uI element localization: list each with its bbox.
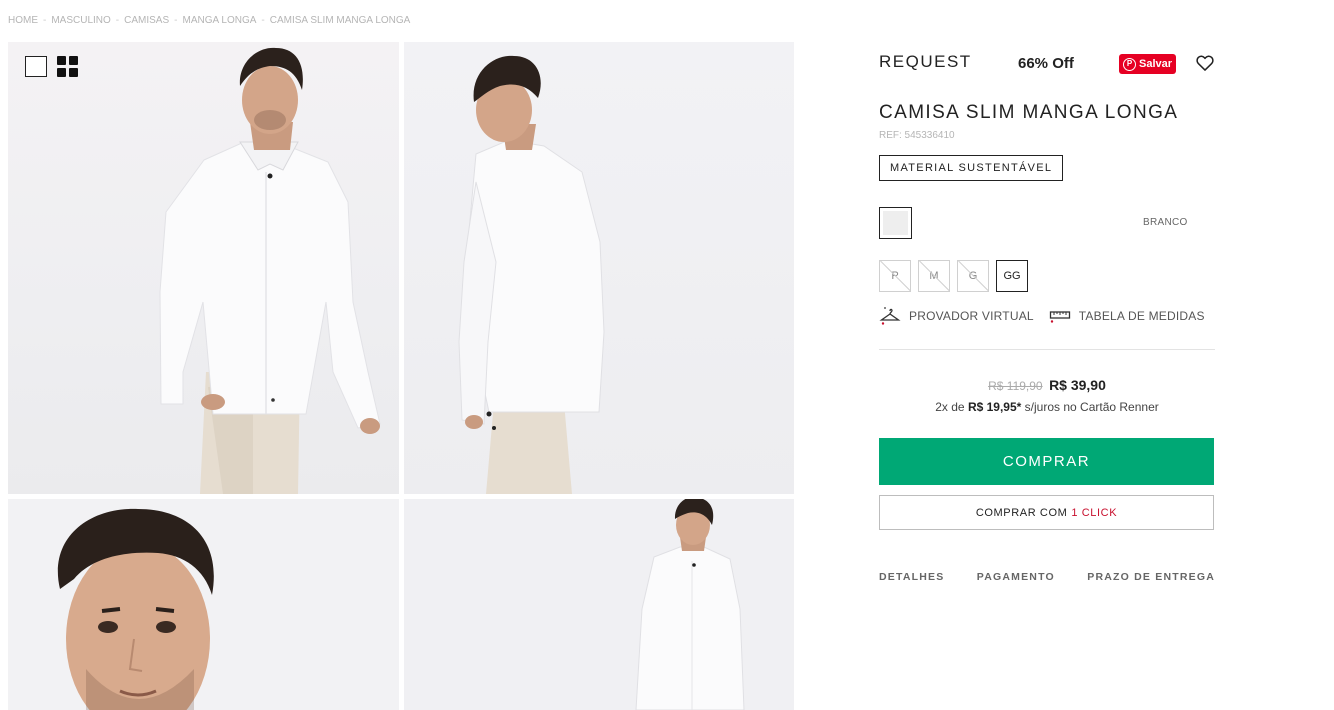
color-selector: BRANCO: [879, 207, 1215, 239]
size-option-g[interactable]: G: [957, 260, 989, 292]
virtual-fitting-room-link[interactable]: PROVADOR VIRTUAL: [879, 305, 1034, 327]
breadcrumb: HOME - MASCULINO - CAMISAS - MANGA LONGA…: [8, 15, 410, 26]
ruler-icon: [1049, 311, 1070, 323]
breadcrumb-current: CAMISA SLIM MANGA LONGA: [269, 15, 411, 26]
pinterest-icon: P: [1123, 57, 1136, 71]
breadcrumb-separator: -: [115, 15, 120, 26]
product-ref: REF: 545336410: [879, 130, 955, 141]
discount-badge: 66% Off: [1018, 55, 1074, 72]
size-selector: P M G GG: [879, 260, 1215, 292]
heart-icon[interactable]: [1195, 53, 1215, 73]
info-tabs: DETALHES PAGAMENTO PRAZO DE ENTREGA: [879, 571, 1215, 583]
installment-value: R$ 19,95*: [967, 400, 1022, 414]
sustainable-badge: MATERIAL SUSTENTÁVEL: [879, 155, 1064, 181]
gallery-view-toggle: [25, 56, 79, 77]
current-price: R$ 39,90: [1049, 377, 1106, 393]
size-option-gg[interactable]: GG: [996, 260, 1028, 292]
old-price: R$ 119,90: [988, 379, 1043, 393]
pinterest-save-label: Salvar: [1139, 58, 1173, 70]
buy-one-click-button[interactable]: COMPRAR COM 1 CLICK: [879, 495, 1214, 530]
one-click-prefix: COMPRAR COM: [975, 506, 1068, 519]
size-tools: PROVADOR VIRTUAL TABELA DE MEDIDAS: [879, 304, 1215, 328]
one-click-accent: 1 CLICK: [1071, 506, 1118, 519]
product-photo-full[interactable]: [404, 499, 794, 710]
tab-detalhes[interactable]: DETALHES: [879, 571, 944, 583]
product-photo-side[interactable]: [404, 42, 794, 494]
breadcrumb-separator: -: [43, 15, 47, 26]
divider: [879, 349, 1215, 350]
virtual-fitting-room-label: PROVADOR VIRTUAL: [909, 309, 1034, 323]
size-option-p[interactable]: P: [879, 260, 911, 292]
color-swatch-branco[interactable]: [879, 207, 912, 239]
tab-prazo-de-entrega[interactable]: PRAZO DE ENTREGA: [1087, 571, 1215, 583]
installment-suffix: s/juros no Cartão Renner: [1024, 400, 1159, 414]
product-photo-detail[interactable]: [8, 499, 399, 710]
buy-button[interactable]: COMPRAR: [879, 438, 1214, 485]
installment-info: 2x de R$ 19,95* s/juros no Cartão Renner: [879, 400, 1215, 414]
brand-name[interactable]: REQUEST: [879, 52, 972, 72]
product-gallery: [8, 42, 794, 710]
product-info-panel: REQUEST 66% Off P Salvar CAMISA SLIM MAN…: [879, 42, 1215, 583]
product-title: CAMISA SLIM MANGA LONGA: [879, 102, 1179, 123]
brand-row: REQUEST 66% Off P Salvar: [879, 42, 1215, 82]
breadcrumb-separator: -: [174, 15, 178, 26]
breadcrumb-manga-longa[interactable]: MANGA LONGA: [183, 15, 257, 26]
pinterest-save-button[interactable]: P Salvar: [1119, 54, 1176, 74]
breadcrumb-home[interactable]: HOME: [8, 15, 38, 26]
size-option-m[interactable]: M: [918, 260, 950, 292]
breadcrumb-separator: -: [261, 15, 265, 26]
tab-pagamento[interactable]: PAGAMENTO: [977, 571, 1055, 583]
single-view-icon[interactable]: [25, 56, 47, 77]
color-name: BRANCO: [1143, 217, 1188, 228]
price-row: R$ 119,90 R$ 39,90: [879, 377, 1215, 395]
grid-view-icon[interactable]: [57, 56, 79, 77]
breadcrumb-masculino[interactable]: MASCULINO: [51, 15, 110, 26]
product-photo-front[interactable]: [8, 42, 399, 494]
size-chart-link[interactable]: TABELA DE MEDIDAS: [1049, 308, 1205, 324]
breadcrumb-camisas[interactable]: CAMISAS: [124, 15, 169, 26]
size-chart-label: TABELA DE MEDIDAS: [1078, 309, 1205, 323]
hanger-icon: [879, 307, 901, 325]
installment-prefix: 2x de: [935, 400, 965, 414]
